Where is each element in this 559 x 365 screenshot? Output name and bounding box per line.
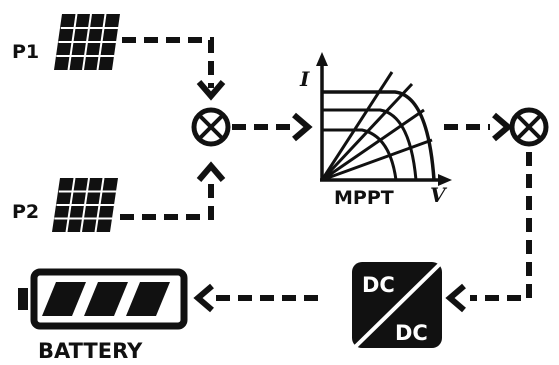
dc-input-label: DC (362, 273, 395, 297)
connector-lines (120, 37, 532, 301)
summing-junction-right-icon (509, 107, 549, 147)
summing-junction-left-icon (191, 107, 231, 147)
axis-label-i: I (299, 67, 310, 91)
panel-label-p2: P2 (12, 201, 39, 223)
arrow-right-icon (292, 112, 313, 142)
battery-label: BATTERY (38, 339, 143, 363)
solar-panel-p1-icon (54, 13, 120, 71)
mppt-chart-icon (316, 52, 452, 186)
panel-label-p1: P1 (12, 41, 39, 63)
battery-icon (18, 268, 188, 330)
arrow-right-icon-2 (492, 112, 513, 142)
solar-panel-p2-icon (52, 177, 118, 233)
dc-output-label: DC (395, 321, 428, 345)
axis-label-v: V (430, 183, 448, 207)
arrow-left-icon-2 (193, 283, 214, 313)
arrow-up-icon (196, 161, 226, 182)
diagram-canvas: P1 P2 I V MPPT DC DC BATTERY (12, 13, 549, 363)
power-diagram: P1 P2 I V MPPT DC DC BATTERY (0, 0, 559, 365)
arrow-left-icon (445, 283, 466, 313)
mppt-label: MPPT (334, 187, 394, 209)
